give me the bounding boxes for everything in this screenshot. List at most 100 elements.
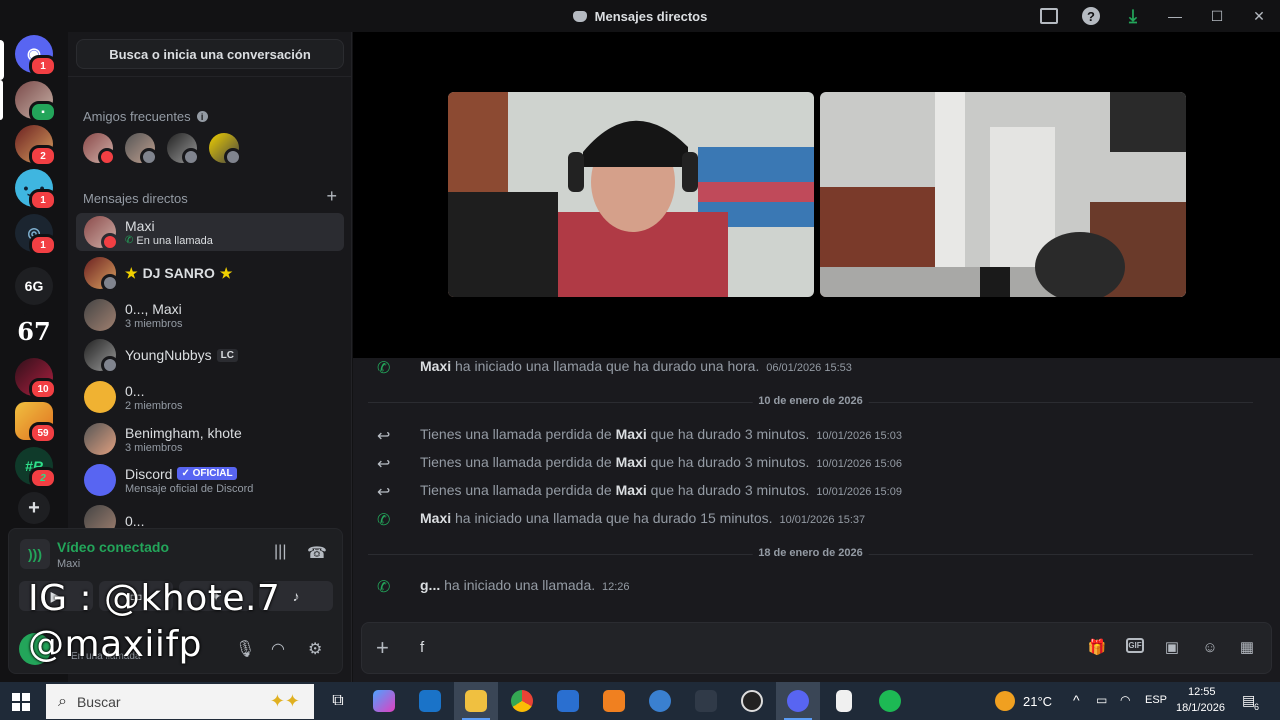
close-button[interactable]: ✕ xyxy=(1238,0,1280,32)
dm-item-youngnubbys[interactable]: YoungNubbys LC xyxy=(76,336,344,374)
apps-button[interactable]: ▦ xyxy=(1238,638,1256,656)
voice-channel[interactable]: Maxi xyxy=(57,558,80,570)
noise-suppression-button[interactable]: ||| xyxy=(274,543,286,561)
dm-item-discord[interactable]: Discord ✓ OFICIAL Mensaje oficial de Disc… xyxy=(76,461,344,499)
gift-icon: 🎁 xyxy=(1087,639,1107,656)
home-button[interactable]: ◉ 1 xyxy=(15,35,57,77)
taskbar-search-placeholder: Buscar xyxy=(76,693,121,710)
server-2-button[interactable]: 2 xyxy=(15,125,57,167)
dm-section-title: Mensajes directos xyxy=(83,191,188,206)
frequent-friend-avatar[interactable] xyxy=(125,133,158,166)
message-author[interactable]: Maxi xyxy=(420,510,451,526)
folder-icon xyxy=(465,690,487,712)
frequent-friend-avatar[interactable] xyxy=(167,133,200,166)
fl-studio-icon xyxy=(603,690,625,712)
download-button[interactable]: ⤓ xyxy=(1112,0,1154,32)
dm-avatar-button[interactable]: ▪ xyxy=(15,81,57,123)
server-10-button[interactable]: 10 xyxy=(15,358,57,400)
wifi-icon[interactable]: ◠ xyxy=(1120,693,1130,707)
weather-icon[interactable] xyxy=(995,691,1015,711)
spotify-icon xyxy=(879,690,901,712)
dm-item-group[interactable]: 0..., Maxi 3 miembros xyxy=(76,296,344,334)
message-author[interactable]: Maxi xyxy=(616,426,647,442)
settings-button[interactable]: ⚙ xyxy=(308,639,322,659)
selected-pill xyxy=(0,40,4,80)
home-badge: 1 xyxy=(29,55,57,77)
maximize-icon: ☐ xyxy=(1210,7,1224,24)
frequent-friend-avatar[interactable] xyxy=(83,133,116,166)
store-app[interactable] xyxy=(546,682,590,720)
dm-item-maxi[interactable]: Maxi ✆ En una llamada xyxy=(76,213,344,251)
qbittorrent-app[interactable] xyxy=(638,682,682,720)
server-10-badge: 10 xyxy=(29,378,57,400)
dm-item-group[interactable]: 0... 2 miembros xyxy=(76,378,344,416)
fl-studio-app[interactable] xyxy=(592,682,636,720)
add-server-button[interactable]: + xyxy=(18,492,50,524)
server-67-button[interactable]: 67 xyxy=(15,312,53,350)
discord-app[interactable] xyxy=(776,682,820,720)
inbox-button[interactable] xyxy=(1028,0,1070,32)
discord-avatar xyxy=(84,464,116,496)
tray-chevron-icon[interactable]: ^ xyxy=(1073,692,1080,708)
attach-button[interactable]: + xyxy=(376,635,389,661)
start-button[interactable] xyxy=(12,693,30,711)
video-tile-khote[interactable] xyxy=(448,92,814,297)
search-icon: ⌕ xyxy=(58,692,67,710)
missed-call-message: Tienes una llamada perdida de Maxi que h… xyxy=(420,426,902,442)
help-button[interactable]: ? xyxy=(1070,0,1112,32)
clock-time[interactable]: 12:55 xyxy=(1188,686,1216,698)
outlook-app[interactable] xyxy=(408,682,452,720)
search-highlight-icon: ✦✦ xyxy=(269,691,300,711)
message-prefix: Tienes una llamada perdida de xyxy=(420,482,612,498)
gift-button[interactable]: 🎁 xyxy=(1087,638,1107,656)
weather-temp[interactable]: 21°C xyxy=(1023,694,1052,709)
voice-status[interactable]: Vídeo conectado xyxy=(57,539,169,555)
emoji-button[interactable]: ☺ xyxy=(1201,638,1219,656)
resolve-app[interactable] xyxy=(684,682,728,720)
server-59-button[interactable]: 59 xyxy=(15,402,57,444)
waveform-icon: ||| xyxy=(274,543,287,560)
taskbar-search[interactable]: ⌕ Buscar ✦✦ xyxy=(46,684,314,719)
clock-date[interactable]: 18/1/2026 xyxy=(1176,702,1225,714)
dm-item-group[interactable]: Benimgham, khote 3 miembros xyxy=(76,420,344,458)
chrome-app[interactable] xyxy=(500,682,544,720)
battery-icon[interactable]: ▭ xyxy=(1096,693,1107,707)
group-avatar xyxy=(84,299,116,331)
minimize-button[interactable]: — xyxy=(1154,0,1196,32)
video-tile-maxi[interactable] xyxy=(820,92,1186,297)
server-emoji-button[interactable]: •‿• 1 xyxy=(15,169,57,211)
language-indicator[interactable]: ESP xyxy=(1145,694,1167,706)
server-6g-button[interactable]: 6G xyxy=(15,267,53,305)
message-author[interactable]: Maxi xyxy=(420,358,451,374)
info-icon[interactable]: i xyxy=(196,111,208,122)
sticker-button[interactable]: ▣ xyxy=(1163,638,1181,656)
message-text: ha iniciado una llamada que ha durado un… xyxy=(455,358,760,374)
disconnect-button[interactable]: ☎ xyxy=(307,543,327,563)
notepad-app[interactable] xyxy=(822,682,866,720)
find-conversation-button[interactable]: Busca o inicia una conversación xyxy=(76,39,344,69)
message-input[interactable]: f xyxy=(420,639,424,656)
create-dm-button[interactable]: + xyxy=(326,186,337,207)
message-composer[interactable]: + f 🎁 GIF ▣ ☺ ▦ xyxy=(361,622,1272,674)
dnd-status-icon xyxy=(101,233,119,251)
dm-name: 0... xyxy=(125,513,145,529)
obs-app[interactable] xyxy=(730,682,774,720)
spotify-app[interactable] xyxy=(868,682,912,720)
copilot-app[interactable] xyxy=(362,682,406,720)
message-author[interactable]: Maxi xyxy=(616,454,647,470)
frequent-friend-avatar[interactable] xyxy=(209,133,242,166)
mute-button[interactable]: 🎙 xyxy=(235,639,255,659)
task-view-button[interactable]: ⧉ xyxy=(316,682,360,720)
server-swirl-button[interactable]: ◎ 1 xyxy=(15,214,57,256)
message-author[interactable]: g... xyxy=(420,577,440,593)
deafen-button[interactable]: ◠ xyxy=(271,639,285,659)
soundboard-icon: ♪ xyxy=(292,588,300,604)
server-r-button[interactable]: #R 2 xyxy=(15,447,57,489)
signal-icon[interactable]: ))) xyxy=(20,539,50,569)
outlook-icon xyxy=(419,690,441,712)
gif-button[interactable]: GIF xyxy=(1126,638,1144,653)
explorer-app[interactable] xyxy=(454,682,498,720)
dm-item-dj-sanro[interactable]: ★ DJ SANRO ★ xyxy=(76,254,344,292)
message-author[interactable]: Maxi xyxy=(616,482,647,498)
maximize-button[interactable]: ☐ xyxy=(1196,0,1238,32)
